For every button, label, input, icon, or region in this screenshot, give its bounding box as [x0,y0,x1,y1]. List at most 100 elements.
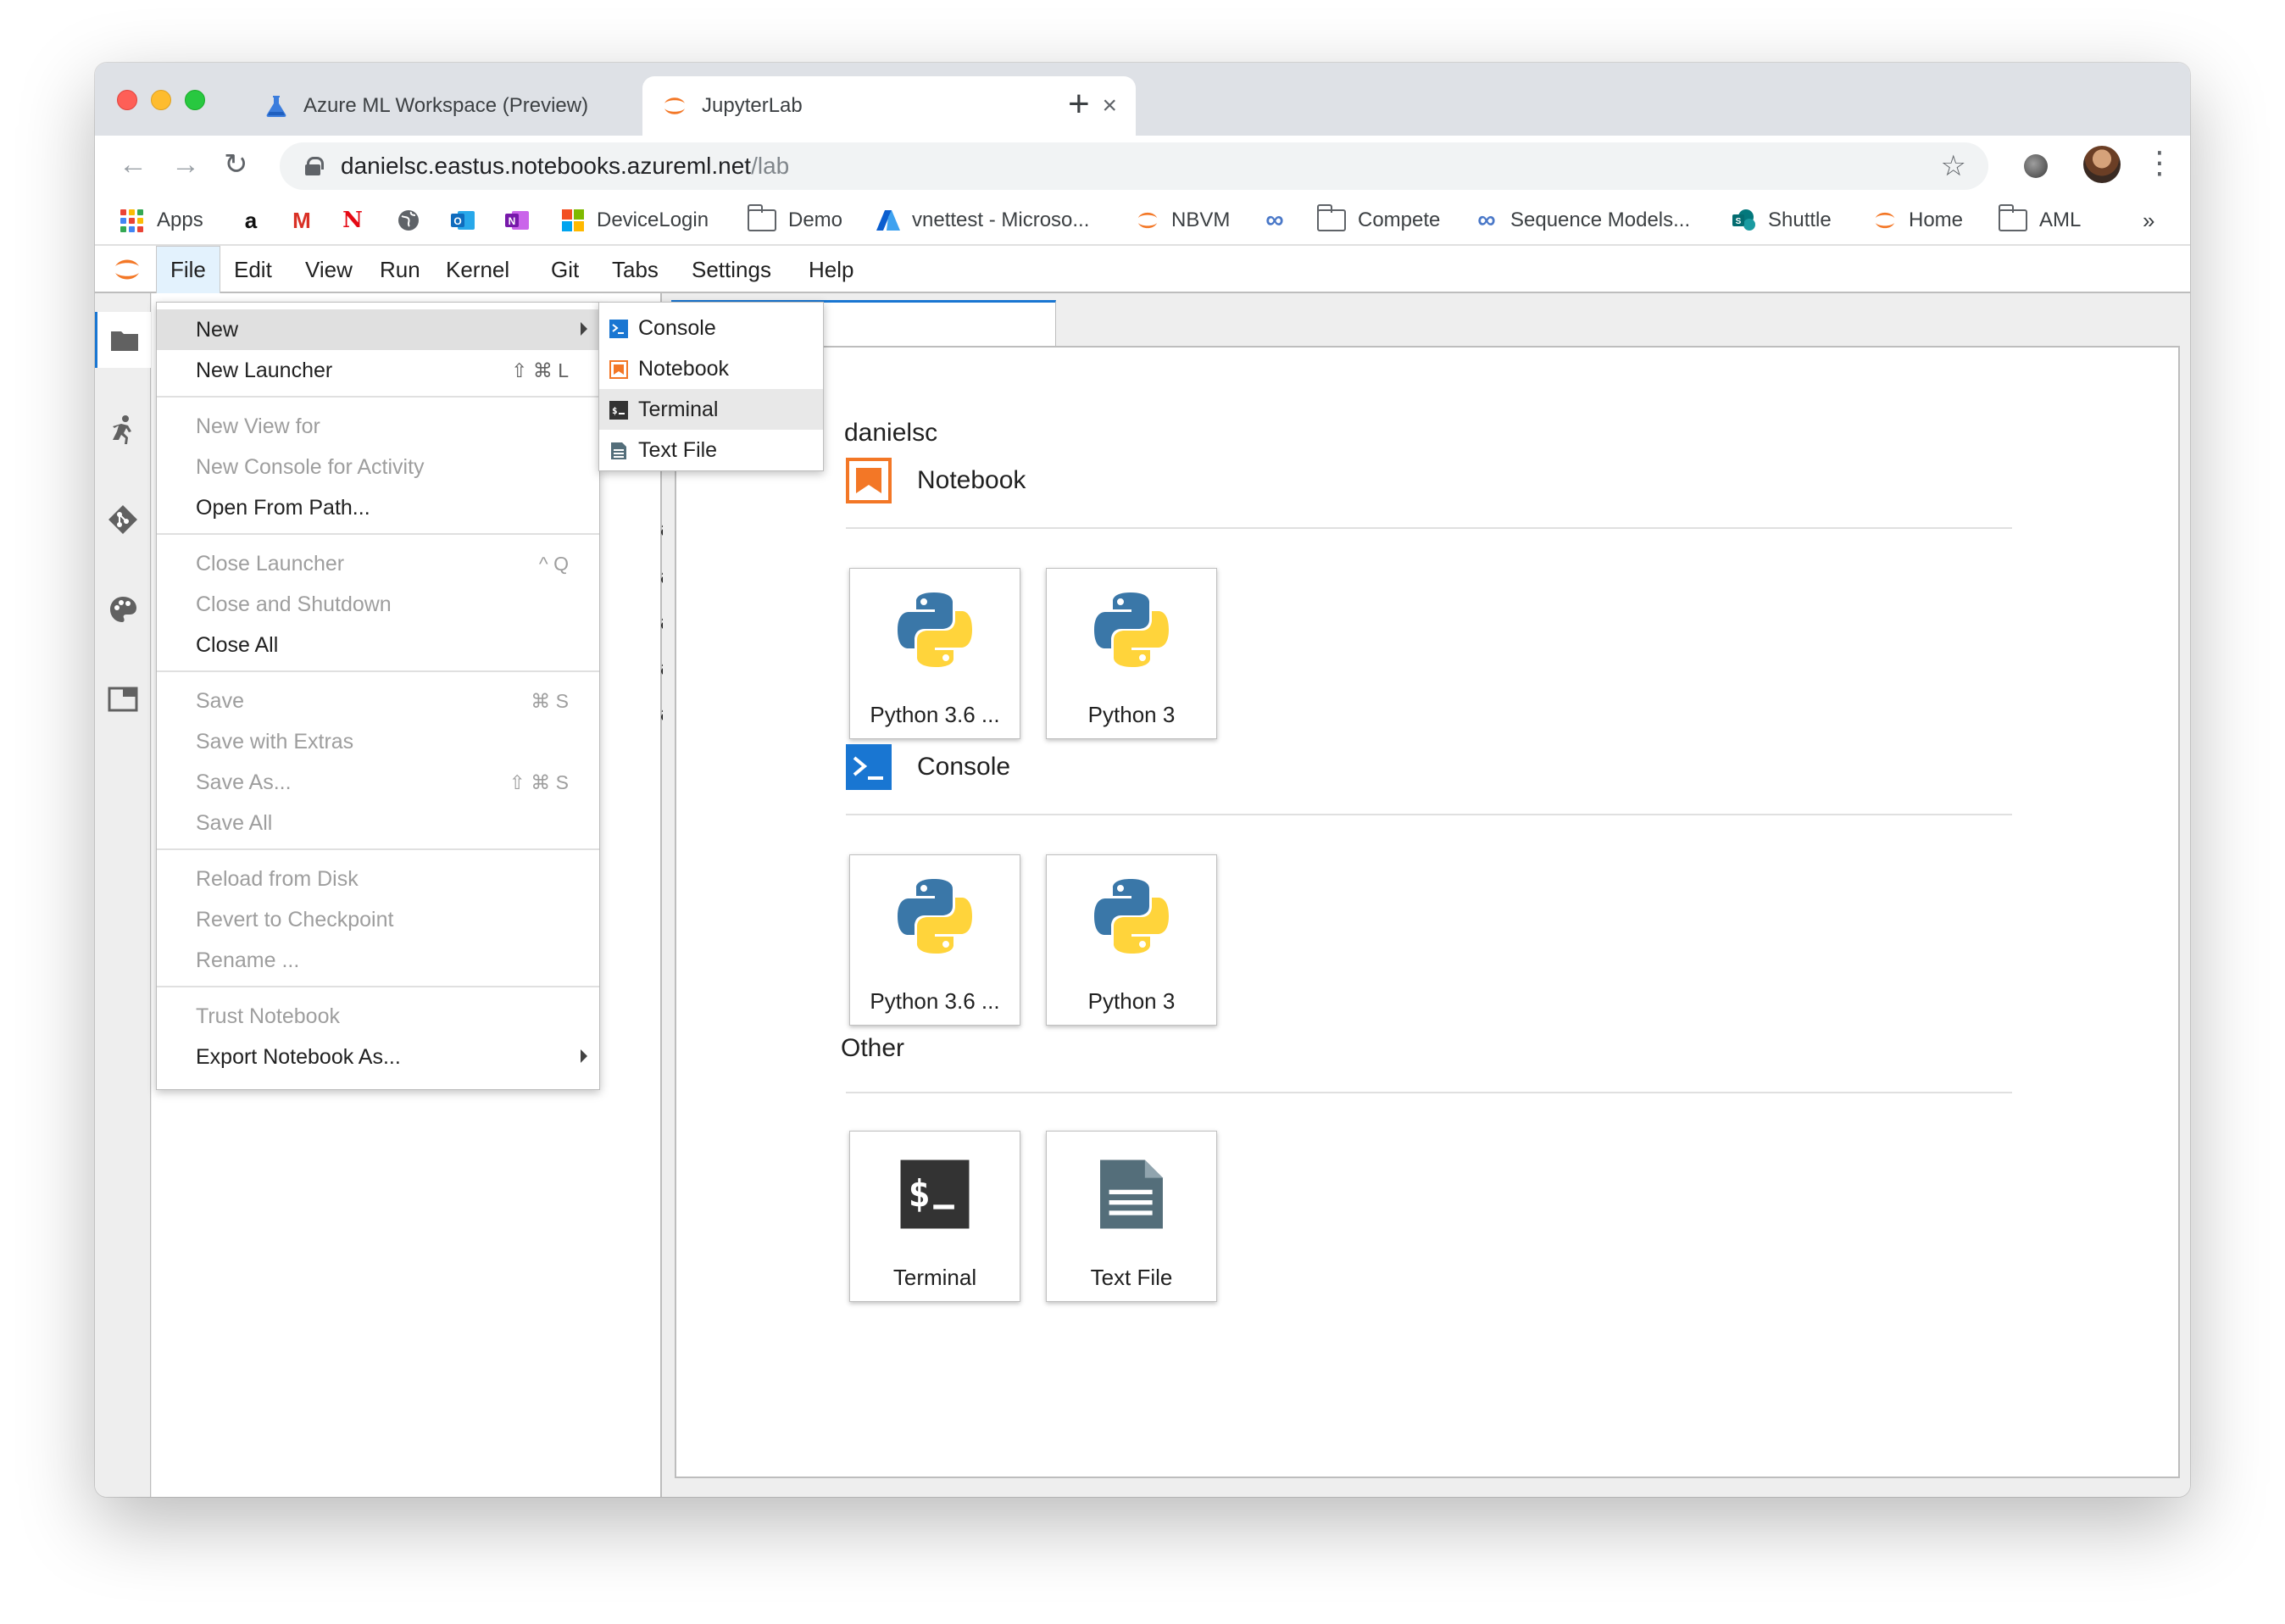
console-icon [609,320,628,338]
section-notebook-title: Notebook [846,458,1026,503]
menu-item-new-console-activity[interactable]: New Console for Activity [157,447,599,487]
new-tab-button[interactable]: + [1068,83,1090,125]
menu-item-open-from-path[interactable]: Open From Path... [157,487,599,528]
running-icon [113,415,131,444]
browser-menu-icon[interactable]: ⋮ [2144,146,2175,180]
menu-item-label: Trust Notebook [196,1004,340,1028]
submenu-item-console[interactable]: Console [599,308,823,348]
submenu-item-label: Notebook [638,356,730,381]
bookmark-home[interactable]: Home [1871,205,1963,236]
menu-item-new-launcher[interactable]: New Launcher ⇧ ⌘ L [157,350,599,391]
menu-file[interactable]: File [156,246,220,293]
menu-item-label: Close All [196,632,279,657]
section-divider [846,527,2012,529]
reload-icon[interactable]: ↻ [224,147,248,181]
menu-run[interactable]: Run [366,246,434,293]
sharepoint-icon: S [1731,207,1758,234]
submenu-item-text-file[interactable]: Text File [599,430,823,470]
tab-jupyterlab[interactable]: JupyterLab × [642,76,1136,136]
file-browser-tab[interactable] [95,312,151,368]
menu-item-close-launcher[interactable]: Close Launcher ^ Q [157,543,599,584]
extension-icon[interactable] [2024,154,2048,178]
lock-icon [305,157,324,175]
url-path: /lab [751,153,790,179]
submenu-item-label: Terminal [638,397,719,421]
notebook-icon [846,458,892,503]
bookmark-netflix[interactable]: N [339,205,376,236]
gmail-icon: M [292,207,311,233]
bookmark-apps[interactable]: Apps [120,205,203,236]
section-divider [846,814,2012,815]
running-tab[interactable] [95,402,151,458]
jupyter-menubar: File Edit View Run Kernel Git Tabs Setti… [95,246,2190,293]
theme-tab[interactable] [95,581,151,637]
tabs-panel-tab[interactable] [95,671,151,727]
menu-item-close-all[interactable]: Close All [157,625,599,665]
menu-git[interactable]: Git [537,246,592,293]
bookmarks-overflow-button[interactable]: » [2143,205,2154,236]
menu-kernel[interactable]: Kernel [432,246,523,293]
menu-help[interactable]: Help [795,246,867,293]
bookmark-label: Demo [788,209,843,231]
python-logo-icon [898,592,972,667]
bookmark-aml[interactable]: AML [1999,204,2081,236]
close-tab-icon[interactable]: × [1102,92,1117,120]
bookmark-label: Shuttle [1768,209,1832,231]
bookmark-gmail[interactable]: M [288,205,325,236]
bookmark-nbvm[interactable]: NBVM [1134,205,1230,236]
menu-tabs[interactable]: Tabs [598,246,672,293]
menu-item-save-all[interactable]: Save All [157,803,599,843]
shortcut-text: ⇧ ⌘ S [509,770,569,793]
menu-edit[interactable]: Edit [220,246,286,293]
launcher-card-notebook-python3[interactable]: Python 3 [1046,568,1217,739]
azure-ml-flask-icon [261,91,292,121]
terminal-icon: $ [900,1160,970,1229]
launcher-card-console-python36[interactable]: Python 3.6 ... [849,854,1020,1026]
menu-view[interactable]: View [292,246,366,293]
menu-item-rename[interactable]: Rename ... [157,940,599,981]
bookmark-sequence-models[interactable]: ∞ Sequence Models... [1473,205,1690,236]
launcher-card-console-python3[interactable]: Python 3 [1046,854,1217,1026]
azure-icon [875,207,902,234]
launcher-card-text-file[interactable]: Text File [1046,1131,1217,1302]
menu-item-new[interactable]: New [157,309,599,350]
menu-item-revert-to-checkpoint[interactable]: Revert to Checkpoint [157,899,599,940]
bookmark-compete[interactable]: Compete [1317,204,1440,236]
bookmark-shuttle[interactable]: S Shuttle [1731,205,1832,236]
submenu-item-terminal[interactable]: $ Terminal [599,389,823,430]
bookmark-vnettest[interactable]: vnettest - Microso... [875,205,1089,236]
bookmark-globe[interactable] [395,205,432,236]
bookmark-outlook[interactable]: O [449,205,486,236]
menu-settings[interactable]: Settings [678,246,785,293]
bookmark-onenote[interactable]: N [503,205,541,236]
menu-item-close-and-shutdown[interactable]: Close and Shutdown [157,584,599,625]
bookmark-link[interactable]: ∞ [1261,205,1298,236]
close-window-button[interactable] [117,90,137,110]
python-logo-icon [1094,879,1169,954]
menu-item-new-view[interactable]: New View for [157,406,599,447]
bookmark-devicelogin[interactable]: DeviceLogin [559,205,709,236]
profile-avatar[interactable] [2083,146,2121,183]
address-bar[interactable]: danielsc.eastus.notebooks.azureml.net/la… [280,142,1988,190]
submenu-item-notebook[interactable]: Notebook [599,348,823,389]
forward-arrow-icon[interactable]: → [171,147,200,181]
menu-item-save[interactable]: Save ⌘ S [157,681,599,721]
svg-text:$: $ [908,1172,931,1215]
launcher-card-terminal[interactable]: $ Terminal [849,1131,1020,1302]
menu-item-save-as[interactable]: Save As... ⇧ ⌘ S [157,762,599,803]
maximize-window-button[interactable] [185,90,205,110]
menu-item-save-with-extras[interactable]: Save with Extras [157,721,599,762]
bookmark-amazon[interactable]: a [237,205,275,236]
bookmark-demo[interactable]: Demo [748,204,843,236]
menu-item-reload-from-disk[interactable]: Reload from Disk [157,859,599,899]
menu-item-export-notebook-as[interactable]: Export Notebook As... [157,1037,599,1077]
minimize-window-button[interactable] [151,90,171,110]
text-file-icon [611,442,626,459]
card-label: Python 3.6 ... [870,988,1000,1014]
menu-separator [157,533,599,535]
back-arrow-icon[interactable]: ← [119,147,147,181]
menu-item-trust-notebook[interactable]: Trust Notebook [157,996,599,1037]
git-tab[interactable] [95,492,151,548]
bookmark-star-icon[interactable]: ☆ [1941,149,1966,183]
launcher-card-notebook-python36[interactable]: Python 3.6 ... [849,568,1020,739]
